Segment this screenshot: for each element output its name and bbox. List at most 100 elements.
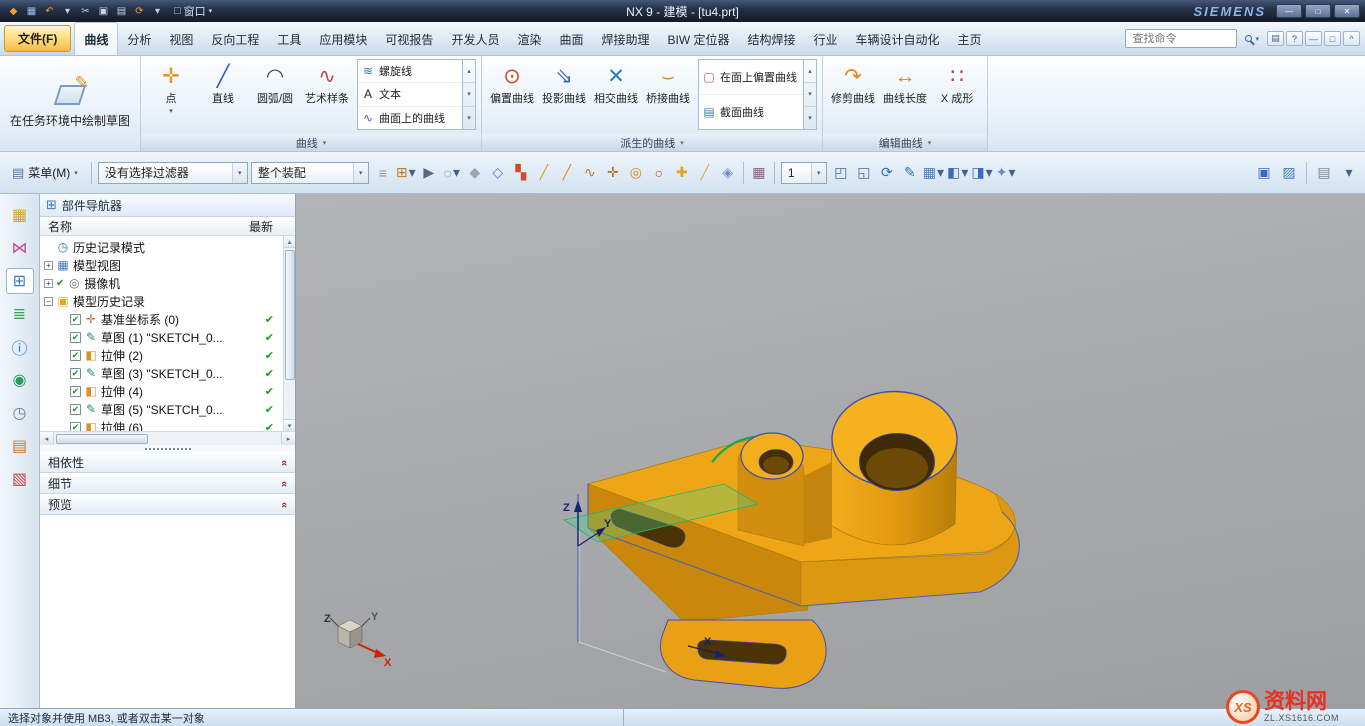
snap-arc-center-button[interactable]: ◎ bbox=[625, 161, 647, 185]
search-input[interactable] bbox=[1125, 29, 1237, 48]
scroll-down-button[interactable]: ▾ bbox=[804, 83, 816, 106]
window-menu-button[interactable]: □ 窗口 ▾ bbox=[174, 3, 212, 19]
paste-button[interactable]: ▤ bbox=[113, 3, 130, 19]
tab-开发人员[interactable]: 开发人员 bbox=[442, 23, 508, 55]
model-part[interactable]: Z Y X bbox=[563, 392, 1019, 689]
tab-曲线[interactable]: 曲线 bbox=[74, 22, 118, 55]
lasso-select-button[interactable]: ◌▾ bbox=[441, 161, 463, 185]
tree-row-拉伸 (2)[interactable]: ✔◧拉伸 (2)✔ bbox=[40, 346, 282, 364]
navigator-column-header[interactable]: 名称 最新 bbox=[40, 217, 295, 236]
palette-button[interactable]: ▧ bbox=[6, 466, 34, 492]
edit-object-display-button[interactable]: ✎ bbox=[899, 161, 921, 185]
work-layer-dropdown[interactable]: 1 ▾ bbox=[781, 162, 827, 184]
toolbar-overflow-button[interactable]: ▾ bbox=[1338, 161, 1360, 185]
tab-反向工程[interactable]: 反向工程 bbox=[202, 23, 268, 55]
highlight-related-button[interactable]: ≡ bbox=[372, 161, 394, 185]
web-browser-button[interactable]: ◉ bbox=[6, 367, 34, 393]
tab-曲面[interactable]: 曲面 bbox=[550, 23, 592, 55]
scroll-left-button[interactable]: ◂ bbox=[40, 432, 54, 445]
tab-车辆设计自动化[interactable]: 车辆设计自动化 bbox=[847, 23, 949, 55]
undo-caret-button[interactable]: ▾ bbox=[59, 3, 76, 19]
scroll-thumb[interactable] bbox=[285, 250, 295, 380]
tab-结构焊接[interactable]: 结构焊接 bbox=[739, 23, 805, 55]
rectangle-select-button[interactable]: ⊞▾ bbox=[395, 161, 417, 185]
constraint-navigator-button[interactable]: ⋈ bbox=[6, 235, 34, 261]
tab-可视报告[interactable]: 可视报告 bbox=[376, 23, 442, 55]
snap-intersection-button[interactable]: ✛ bbox=[602, 161, 624, 185]
ribbon-button-艺术样条[interactable]: ∿艺术样条 bbox=[302, 59, 352, 134]
tree-row-模型视图[interactable]: +▦模型视图 bbox=[40, 256, 282, 274]
undo-button[interactable]: ↶ bbox=[41, 3, 58, 19]
ribbon-button-圆弧/圆[interactable]: ◠圆弧/圆 bbox=[250, 59, 300, 134]
list-item-曲面上的曲线[interactable]: ∿曲面上的曲线 bbox=[358, 107, 462, 129]
collapse-icon[interactable]: − bbox=[44, 297, 53, 306]
scroll-up-button[interactable]: ▴ bbox=[463, 60, 475, 83]
app-button[interactable]: ◆ bbox=[5, 3, 22, 19]
tab-行业[interactable]: 行业 bbox=[805, 23, 847, 55]
hd3d-tools-button[interactable]: ⓘ bbox=[6, 334, 34, 360]
panel-预览[interactable]: 预览« bbox=[40, 494, 295, 515]
ribbon-button-相交曲线[interactable]: ✕相交曲线 bbox=[591, 59, 641, 134]
gallery-button[interactable]: ▾ bbox=[804, 107, 816, 129]
tree-row-草图 (5) "SKETCH_0...[interactable]: ✔✎草图 (5) "SKETCH_0...✔ bbox=[40, 400, 282, 418]
ribbon-button-修剪曲线[interactable]: ↷修剪曲线 bbox=[828, 59, 878, 134]
file-menu-button[interactable]: 文件(F) bbox=[4, 25, 71, 52]
checkbox[interactable]: ✔ bbox=[70, 350, 81, 361]
ribbon-button-X 成形[interactable]: ∷X 成形 bbox=[932, 59, 982, 134]
tree-row-拉伸 (6)[interactable]: ✔◧拉伸 (6)✔ bbox=[40, 418, 282, 431]
panel-splitter[interactable] bbox=[40, 445, 295, 452]
cut-button[interactable]: ✂ bbox=[77, 3, 94, 19]
tab-BIW 定位器[interactable]: BIW 定位器 bbox=[659, 23, 739, 55]
snap-endpoint-button[interactable]: ╱ bbox=[533, 161, 555, 185]
selection-scope-dropdown[interactable]: 整个装配 ▾ bbox=[251, 162, 369, 184]
ribbon-button-点[interactable]: ✛点▾ bbox=[146, 59, 196, 134]
viewport-canvas[interactable]: Z Y X Z Y X bbox=[296, 194, 1365, 708]
scroll-up-button[interactable]: ▴ bbox=[804, 60, 816, 83]
ribbon-button-桥接曲线[interactable]: ⌣桥接曲线 bbox=[643, 59, 693, 134]
ribbon-button-偏置曲线[interactable]: ⊙偏置曲线 bbox=[487, 59, 537, 134]
tab-工具[interactable]: 工具 bbox=[268, 23, 310, 55]
list-item-截面曲线[interactable]: ▤截面曲线 bbox=[699, 95, 803, 129]
group-label-曲线[interactable]: 曲线▾ bbox=[141, 134, 481, 151]
web-face[interactable] bbox=[804, 462, 832, 544]
column-name[interactable]: 名称 bbox=[40, 218, 249, 235]
wireframe-solid-button[interactable]: ◇ bbox=[487, 161, 509, 185]
fit-view-button[interactable]: ◱ bbox=[853, 161, 875, 185]
close-button[interactable]: ✕ bbox=[1334, 4, 1360, 18]
measure-button[interactable]: ▤ bbox=[1313, 161, 1335, 185]
search-button[interactable]: ▾ bbox=[1240, 29, 1264, 48]
zoom-window-button[interactable]: ◰ bbox=[830, 161, 852, 185]
tab-视图[interactable]: 视图 bbox=[160, 23, 202, 55]
tree-row-模型历史记录[interactable]: −▣模型历史记录 bbox=[40, 292, 282, 310]
expand-icon[interactable]: + bbox=[44, 279, 53, 288]
repeat-button[interactable]: ⟳ bbox=[131, 3, 148, 19]
process-studio-button[interactable]: ▤ bbox=[6, 433, 34, 459]
tab-主页[interactable]: 主页 bbox=[949, 23, 991, 55]
grid-button[interactable]: ▦ bbox=[748, 161, 770, 185]
snap-existing-point-button[interactable]: ✚ bbox=[671, 161, 693, 185]
ribbon-button-投影曲线[interactable]: ⇘投影曲线 bbox=[539, 59, 589, 134]
tab-分析[interactable]: 分析 bbox=[118, 23, 160, 55]
snap-midpoint-button[interactable]: ╱ bbox=[556, 161, 578, 185]
part-navigator-button[interactable]: ⊞ bbox=[6, 268, 34, 294]
display-grid-button[interactable]: ▦▾ bbox=[922, 161, 945, 185]
panel-相依性[interactable]: 相依性« bbox=[40, 452, 295, 473]
collapse-ribbon-button[interactable]: ^ bbox=[1343, 31, 1360, 46]
list-item-在面上偏置曲线[interactable]: ▢在面上偏置曲线 bbox=[699, 60, 803, 95]
maximize-button[interactable]: □ bbox=[1305, 4, 1331, 18]
snap-quadrant-button[interactable]: ○ bbox=[648, 161, 670, 185]
snap-gem-button[interactable]: ◈ bbox=[717, 161, 739, 185]
restore-ribbon-button[interactable]: □ bbox=[1324, 31, 1341, 46]
snap-point-on-face-button[interactable]: ╱ bbox=[694, 161, 716, 185]
history-button[interactable]: ◷ bbox=[6, 400, 34, 426]
snap-point-button[interactable]: ▚ bbox=[510, 161, 532, 185]
checkbox[interactable]: ✔ bbox=[70, 404, 81, 415]
tree-row-历史记录模式[interactable]: ◷历史记录模式 bbox=[40, 238, 282, 256]
gallery-button[interactable]: ▾ bbox=[463, 107, 475, 129]
scroll-right-button[interactable]: ▸ bbox=[281, 432, 295, 445]
tree-row-拉伸 (4)[interactable]: ✔◧拉伸 (4)✔ bbox=[40, 382, 282, 400]
select-cursor-button[interactable]: ▶ bbox=[418, 161, 440, 185]
column-latest[interactable]: 最新 bbox=[249, 218, 295, 235]
scroll-down-button[interactable]: ▾ bbox=[463, 83, 475, 106]
checkbox[interactable]: ✔ bbox=[70, 422, 81, 432]
